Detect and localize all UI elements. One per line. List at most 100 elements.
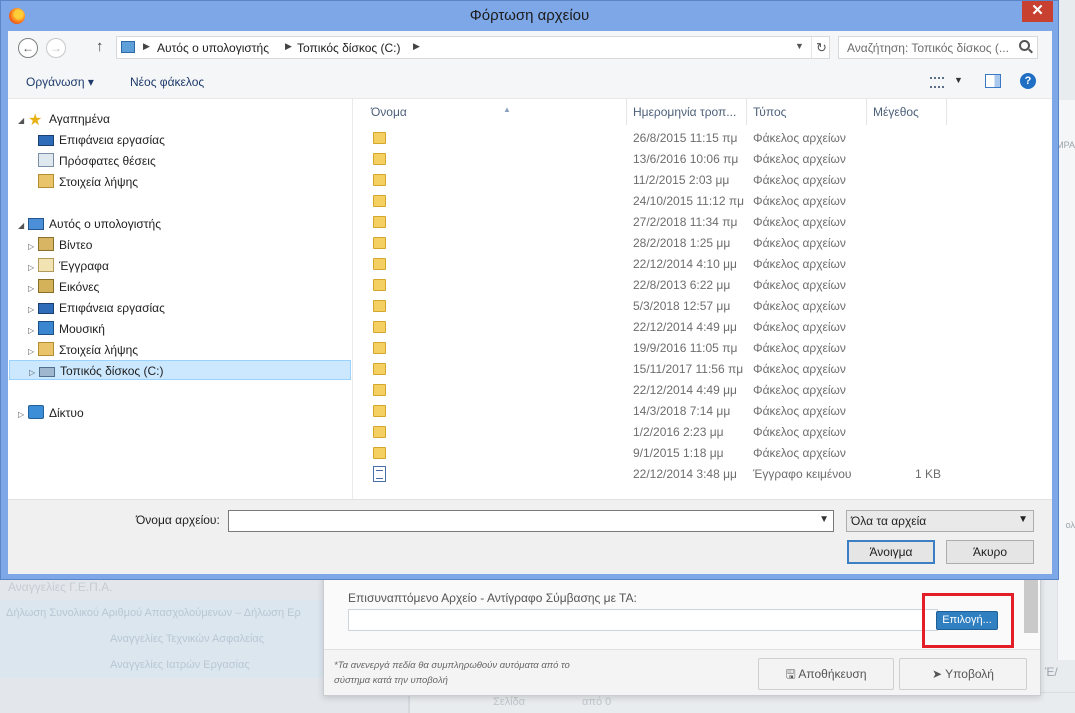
search-input[interactable]: Αναζήτηση: Τοπικός δίσκος (...	[838, 36, 1038, 59]
chevron-right-icon[interactable]: ▶	[413, 41, 420, 52]
chevron-down-icon[interactable]: ▼	[819, 514, 829, 525]
filename-input[interactable]: ▼	[228, 510, 834, 532]
network-icon	[28, 405, 44, 419]
column-header-name[interactable]: ▲ Όνομα	[365, 99, 627, 125]
cancel-button[interactable]: Άκυρο	[946, 540, 1034, 564]
collapsed-icon[interactable]: ▷	[28, 279, 38, 299]
tree-item-music[interactable]: ▷ Μουσική	[28, 319, 105, 339]
background-nav-item[interactable]: Αναγγελίες Τεχνικών Ασφαλείας	[0, 626, 330, 652]
file-row[interactable]: 22/8/2013 6:22 μμ Φάκελος αρχείων	[353, 275, 1052, 296]
folder-icon	[373, 447, 386, 459]
attachment-input[interactable]	[348, 609, 938, 631]
help-icon[interactable]: ?	[1020, 73, 1036, 89]
downloads-icon	[38, 342, 54, 356]
save-button[interactable]: 🖫 Αποθήκευση	[758, 658, 894, 690]
file-row[interactable]: 14/3/2018 7:14 μμ Φάκελος αρχείων	[353, 401, 1052, 422]
collapsed-icon[interactable]: ▷	[28, 300, 38, 320]
new-folder-button[interactable]: Νέος φάκελος	[130, 75, 204, 89]
breadcrumb-this-pc[interactable]: Αυτός ο υπολογιστής	[157, 41, 269, 55]
attachment-label: Επισυναπτόμενο Αρχείο - Αντίγραφο Σύμβασ…	[348, 591, 637, 605]
background-nav-item[interactable]: Δήλωση Συνολικού Αριθμού Απασχολούμενων …	[0, 600, 330, 626]
up-arrow-icon[interactable]: ↑	[96, 38, 104, 55]
folder-icon	[373, 363, 386, 375]
collapsed-icon[interactable]: ▷	[28, 237, 38, 257]
expanded-icon[interactable]: ◢	[18, 216, 28, 236]
tree-item-desktop[interactable]: Επιφάνεια εργασίας	[38, 130, 165, 150]
file-row[interactable]: 24/10/2015 11:12 πμ Φάκελος αρχείων	[353, 191, 1052, 212]
folder-icon	[373, 279, 386, 291]
organize-button[interactable]: Οργάνωση ▾	[26, 75, 94, 89]
tree-favorites[interactable]: ◢ ★ Αγαπημένα	[18, 109, 110, 129]
dialog-client-area: ← → ↑ ▶ Αυτός ο υπολογιστής ▶ Τοπικός δί…	[8, 31, 1052, 574]
column-header-date[interactable]: Ημερομηνία τροπ...	[627, 99, 747, 125]
column-header-size[interactable]: Μέγεθος	[867, 99, 947, 125]
file-type: Φάκελος αρχείων	[753, 320, 846, 334]
address-bar[interactable]: ▶ Αυτός ο υπολογιστής ▶ Τοπικός δίσκος (…	[116, 36, 830, 59]
tree-network[interactable]: ▷ Δίκτυο	[18, 403, 84, 423]
close-button[interactable]: ✕	[1022, 1, 1053, 22]
file-type: Φάκελος αρχείων	[753, 257, 846, 271]
desktop-icon	[38, 135, 54, 146]
filename-label: Όνομα αρχείου:	[136, 513, 220, 527]
file-type-filter[interactable]: Όλα τα αρχεία ▼	[846, 510, 1034, 532]
file-row[interactable]: 9/1/2015 1:18 μμ Φάκελος αρχείων	[353, 443, 1052, 464]
modal-scrollbar[interactable]	[1024, 571, 1038, 633]
open-button[interactable]: Άνοιγμα	[847, 540, 935, 564]
collapsed-icon[interactable]: ▷	[28, 321, 38, 341]
file-row[interactable]: 11/2/2015 2:03 μμ Φάκελος αρχείων	[353, 170, 1052, 191]
file-row[interactable]: 22/12/2014 4:49 μμ Φάκελος αρχείων	[353, 380, 1052, 401]
save-icon: 🖫	[785, 667, 799, 681]
view-options-icon[interactable]	[930, 77, 944, 88]
file-type: Έγγραφο κειμένου	[753, 467, 852, 481]
chevron-down-icon[interactable]: ▼	[1018, 514, 1028, 525]
file-row[interactable]: 22/12/2014 4:49 μμ Φάκελος αρχείων	[353, 317, 1052, 338]
file-row[interactable]: 13/6/2016 10:06 πμ Φάκελος αρχείων	[353, 149, 1052, 170]
file-row[interactable]: 27/2/2018 11:34 πμ Φάκελος αρχείων	[353, 212, 1052, 233]
file-type: Φάκελος αρχείων	[753, 152, 846, 166]
forward-button[interactable]: →	[46, 38, 66, 58]
tree-item-desktop-pc[interactable]: ▷ Επιφάνεια εργασίας	[28, 298, 165, 318]
chevron-right-icon[interactable]: ▶	[285, 41, 292, 52]
tree-item-documents[interactable]: ▷ Έγγραφα	[28, 256, 109, 276]
tree-item-downloads[interactable]: Στοιχεία λήψης	[38, 172, 138, 192]
expanded-icon[interactable]: ◢	[18, 111, 28, 131]
back-button[interactable]: ←	[18, 38, 38, 58]
submit-button[interactable]: ➤ Υποβολή	[899, 658, 1027, 690]
collapsed-icon[interactable]: ▷	[29, 363, 39, 383]
file-row[interactable]: 1/2/2016 2:23 μμ Φάκελος αρχείων	[353, 422, 1052, 443]
file-row[interactable]: 19/9/2016 11:05 πμ Φάκελος αρχείων	[353, 338, 1052, 359]
chevron-right-icon[interactable]: ▶	[143, 41, 150, 52]
file-date: 26/8/2015 11:15 πμ	[633, 131, 738, 145]
chevron-down-icon[interactable]: ▼	[795, 41, 804, 51]
tree-this-pc[interactable]: ◢ Αυτός ο υπολογιστής	[18, 214, 161, 234]
tree-item-videos[interactable]: ▷ Βίντεο	[28, 235, 92, 255]
search-icon	[1019, 40, 1030, 51]
file-row[interactable]: 26/8/2015 11:15 πμ Φάκελος αρχείων	[353, 128, 1052, 149]
breadcrumb-local-disk[interactable]: Τοπικός δίσκος (C:)	[297, 41, 401, 55]
chevron-down-icon[interactable]: ▼	[954, 75, 963, 85]
desktop-icon	[38, 303, 54, 314]
tree-item-recent[interactable]: Πρόσφατες θέσεις	[38, 151, 156, 171]
collapsed-icon[interactable]: ▷	[18, 405, 28, 425]
file-row[interactable]: 22/12/2014 4:10 μμ Φάκελος αρχείων	[353, 254, 1052, 275]
send-icon: ➤	[932, 667, 946, 681]
tree-item-downloads-pc[interactable]: ▷ Στοιχεία λήψης	[28, 340, 138, 360]
file-row[interactable]: 15/11/2017 11:56 πμ Φάκελος αρχείων	[353, 359, 1052, 380]
background-radio-fragment: Έ/	[1045, 665, 1058, 679]
collapsed-icon[interactable]: ▷	[28, 342, 38, 362]
folder-icon	[373, 426, 386, 438]
file-row[interactable]: 22/12/2014 3:48 μμ Έγγραφο κειμένου 1 KB	[353, 464, 1052, 485]
file-row[interactable]: 28/2/2018 1:25 μμ Φάκελος αρχείων	[353, 233, 1052, 254]
file-row[interactable]: 5/3/2018 12:57 μμ Φάκελος αρχείων	[353, 296, 1052, 317]
file-date: 13/6/2016 10:06 πμ	[633, 152, 739, 166]
documents-icon	[38, 258, 54, 272]
column-header-type[interactable]: Τύπος	[747, 99, 867, 125]
collapsed-icon[interactable]: ▷	[28, 258, 38, 278]
tree-item-local-disk[interactable]: ▷ Τοπικός δίσκος (C:)	[9, 360, 351, 380]
tree-item-pictures[interactable]: ▷ Εικόνες	[28, 277, 99, 297]
folder-icon	[373, 342, 386, 354]
refresh-icon[interactable]: ↻	[811, 37, 831, 58]
dialog-titlebar[interactable]: Φόρτωση αρχείου ✕	[1, 1, 1058, 31]
preview-pane-icon[interactable]	[985, 74, 1001, 88]
background-nav-item[interactable]: Αναγγελίες Ιατρών Εργασίας	[0, 652, 330, 678]
